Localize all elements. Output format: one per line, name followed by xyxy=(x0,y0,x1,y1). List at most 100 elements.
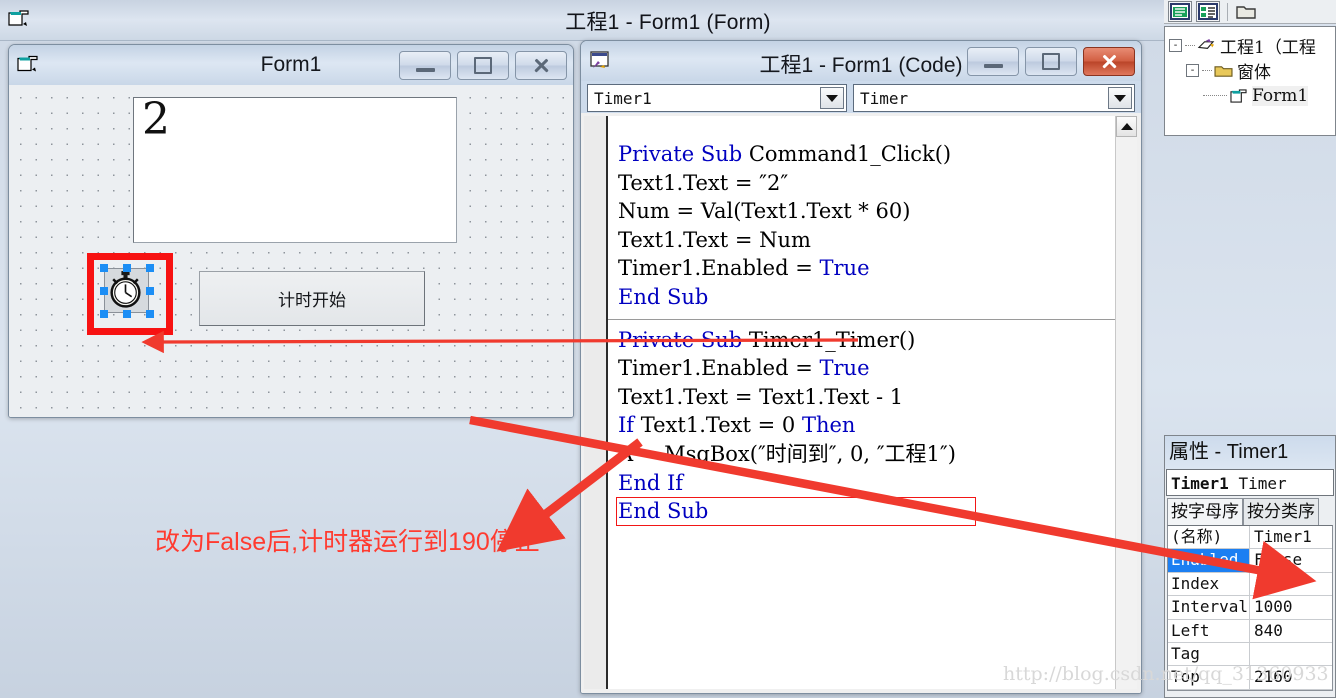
code-editor-text[interactable]: Private Sub Command1_Click() Text1.Text =… xyxy=(608,116,1115,689)
code-token: Text1.Text = ″2″ xyxy=(618,170,789,195)
maximize-button[interactable] xyxy=(457,51,509,80)
minimize-button[interactable] xyxy=(399,51,451,80)
properties-row-value[interactable]: Timer1 xyxy=(1250,526,1332,548)
code-keyword: Then xyxy=(801,413,856,438)
stopwatch-icon xyxy=(110,271,141,308)
object-combo[interactable]: Timer1 xyxy=(587,84,847,112)
minimize-icon xyxy=(415,67,435,72)
view-code-icon[interactable] xyxy=(1168,1,1192,22)
procedure-combo-arrow[interactable] xyxy=(1108,87,1132,109)
project-tree-node[interactable]: - 窗体 xyxy=(1165,58,1335,83)
properties-object-type: Timer xyxy=(1238,474,1287,493)
properties-tab[interactable]: 按字母序 xyxy=(1167,498,1243,525)
maximize-icon xyxy=(474,57,492,74)
code-margin-indicator-bar[interactable] xyxy=(584,116,608,689)
procedure-combo[interactable]: Timer xyxy=(853,84,1135,112)
form-window-buttons xyxy=(399,51,567,80)
form-designer-window[interactable]: Form1 2 计时开始 xyxy=(8,44,574,418)
code-line[interactable]: If Text1.Text = 0 Then xyxy=(618,411,1115,440)
resize-handle-s[interactable] xyxy=(123,310,131,318)
properties-row-name: Enabled xyxy=(1168,549,1250,572)
code-line[interactable]: Text1.Text = Text1.Text - 1 xyxy=(618,383,1115,412)
properties-row[interactable]: (名称) Timer1 xyxy=(1168,526,1332,550)
properties-row-value[interactable] xyxy=(1250,643,1332,665)
close-button[interactable] xyxy=(1083,47,1135,76)
resize-handle-ne[interactable] xyxy=(146,264,154,272)
project-tree-node[interactable]: - 工程1（工程 xyxy=(1165,33,1335,58)
resize-handle-se[interactable] xyxy=(146,310,154,318)
resize-handle-nw[interactable] xyxy=(100,264,108,272)
code-token: Command1_Click() xyxy=(748,142,952,166)
properties-row[interactable]: Index xyxy=(1168,572,1332,597)
code-keyword: Private xyxy=(618,327,701,352)
tree-expander-icon[interactable]: - xyxy=(1186,64,1199,77)
project-explorer-tree[interactable]: - 工程1（工程 - 窗体 Form1 xyxy=(1164,26,1336,136)
object-combo-value: Timer1 xyxy=(594,88,652,108)
close-button[interactable] xyxy=(515,51,567,80)
code-line[interactable]: Private Sub Timer1_Timer() xyxy=(618,326,1115,355)
textbox-text1[interactable]: 2 xyxy=(133,94,457,243)
maximize-button[interactable] xyxy=(1025,47,1077,76)
minimize-icon xyxy=(983,63,1003,68)
code-line[interactable]: Text1.Text = Num xyxy=(618,226,1115,255)
timer-selection-highlight xyxy=(87,253,173,335)
tree-expander-icon[interactable]: - xyxy=(1169,39,1182,52)
code-line[interactable]: End Sub xyxy=(618,497,1115,526)
code-token: Text1.Text = Num xyxy=(618,227,811,252)
code-keyword: End Sub xyxy=(618,284,709,309)
properties-row-name: (名称) xyxy=(1168,526,1250,549)
code-line[interactable]: Timer1.Enabled = True xyxy=(618,254,1115,283)
code-line[interactable]: End If xyxy=(618,469,1115,498)
project-tree-node-label: Form1 xyxy=(1252,85,1309,106)
code-line[interactable]: Timer1.Enabled = True xyxy=(618,354,1115,383)
code-editor-body: Private Sub Command1_Click() Text1.Text =… xyxy=(581,113,1141,693)
code-keyword: Private xyxy=(618,142,701,166)
properties-tab[interactable]: 按分类序 xyxy=(1243,498,1319,525)
code-line[interactable]: End Sub xyxy=(618,283,1115,312)
scroll-up-button[interactable] xyxy=(1116,116,1137,137)
project-tree-node[interactable]: Form1 xyxy=(1165,83,1335,108)
view-object-icon[interactable] xyxy=(1196,1,1220,22)
properties-row[interactable]: Enabled False xyxy=(1168,549,1332,573)
resize-handle-n[interactable] xyxy=(123,264,131,272)
code-keyword: True xyxy=(819,356,870,381)
chevron-down-icon xyxy=(1114,94,1126,102)
object-combo-arrow[interactable] xyxy=(820,87,844,109)
resize-handle-e[interactable] xyxy=(146,287,154,295)
properties-row-name: Index xyxy=(1168,572,1250,596)
code-line[interactable]: Text1.Text = ″2″ xyxy=(618,169,1115,198)
code-line[interactable]: Private Sub Command1_Click() xyxy=(618,140,1115,169)
code-token: Text1.Text = Text1.Text - 1 xyxy=(618,384,904,409)
properties-window[interactable]: 属性 - Timer1 Timer1 Timer 按字母序 按分类序 (名称) Ti… xyxy=(1164,435,1336,698)
properties-object-name: Timer1 xyxy=(1171,474,1229,493)
properties-row[interactable]: Left 840 xyxy=(1168,619,1332,643)
form-designer-titlebar: Form1 xyxy=(9,45,573,86)
toggle-folders-icon[interactable] xyxy=(1235,2,1257,21)
properties-row[interactable]: Interval 1000 xyxy=(1168,596,1332,620)
properties-row-value[interactable]: 840 xyxy=(1250,620,1332,642)
code-token: A = MsgBox(″时间到″, 0, ″工程1″) xyxy=(618,441,956,466)
properties-row-value[interactable]: False xyxy=(1250,549,1332,571)
code-keyword: If xyxy=(618,413,641,438)
timer-control-timer1[interactable] xyxy=(100,264,154,318)
caret-up-icon xyxy=(1120,123,1133,130)
form-design-surface[interactable]: 2 计时开始 xyxy=(9,85,573,417)
main-application-window: 工程1 - Form1 (Form) Form1 2 计时开始 工程1 - Fo… xyxy=(0,0,1336,698)
main-window-title: 工程1 - Form1 (Form) xyxy=(565,11,771,34)
minimize-button[interactable] xyxy=(967,47,1019,76)
tree-connector xyxy=(1185,44,1195,47)
code-line[interactable]: A = MsgBox(″时间到″, 0, ″工程1″) xyxy=(618,440,1115,469)
resize-handle-w[interactable] xyxy=(100,287,108,295)
command-button-command1[interactable]: 计时开始 xyxy=(199,271,425,326)
code-keyword: End Sub xyxy=(618,499,709,524)
code-keyword: True xyxy=(819,256,870,281)
properties-object-selector[interactable]: Timer1 Timer xyxy=(1166,469,1334,496)
code-vertical-scrollbar[interactable] xyxy=(1115,116,1137,689)
code-window[interactable]: 工程1 - Form1 (Code) Timer1 Timer Private … xyxy=(580,40,1142,694)
command-button-caption: 计时开始 xyxy=(278,291,346,310)
code-line[interactable]: Num = Val(Text1.Text * 60) xyxy=(618,197,1115,226)
resize-handle-sw[interactable] xyxy=(100,310,108,318)
properties-row-value[interactable] xyxy=(1250,573,1332,595)
form-icon xyxy=(1229,88,1248,104)
properties-row-value[interactable]: 1000 xyxy=(1250,596,1332,618)
